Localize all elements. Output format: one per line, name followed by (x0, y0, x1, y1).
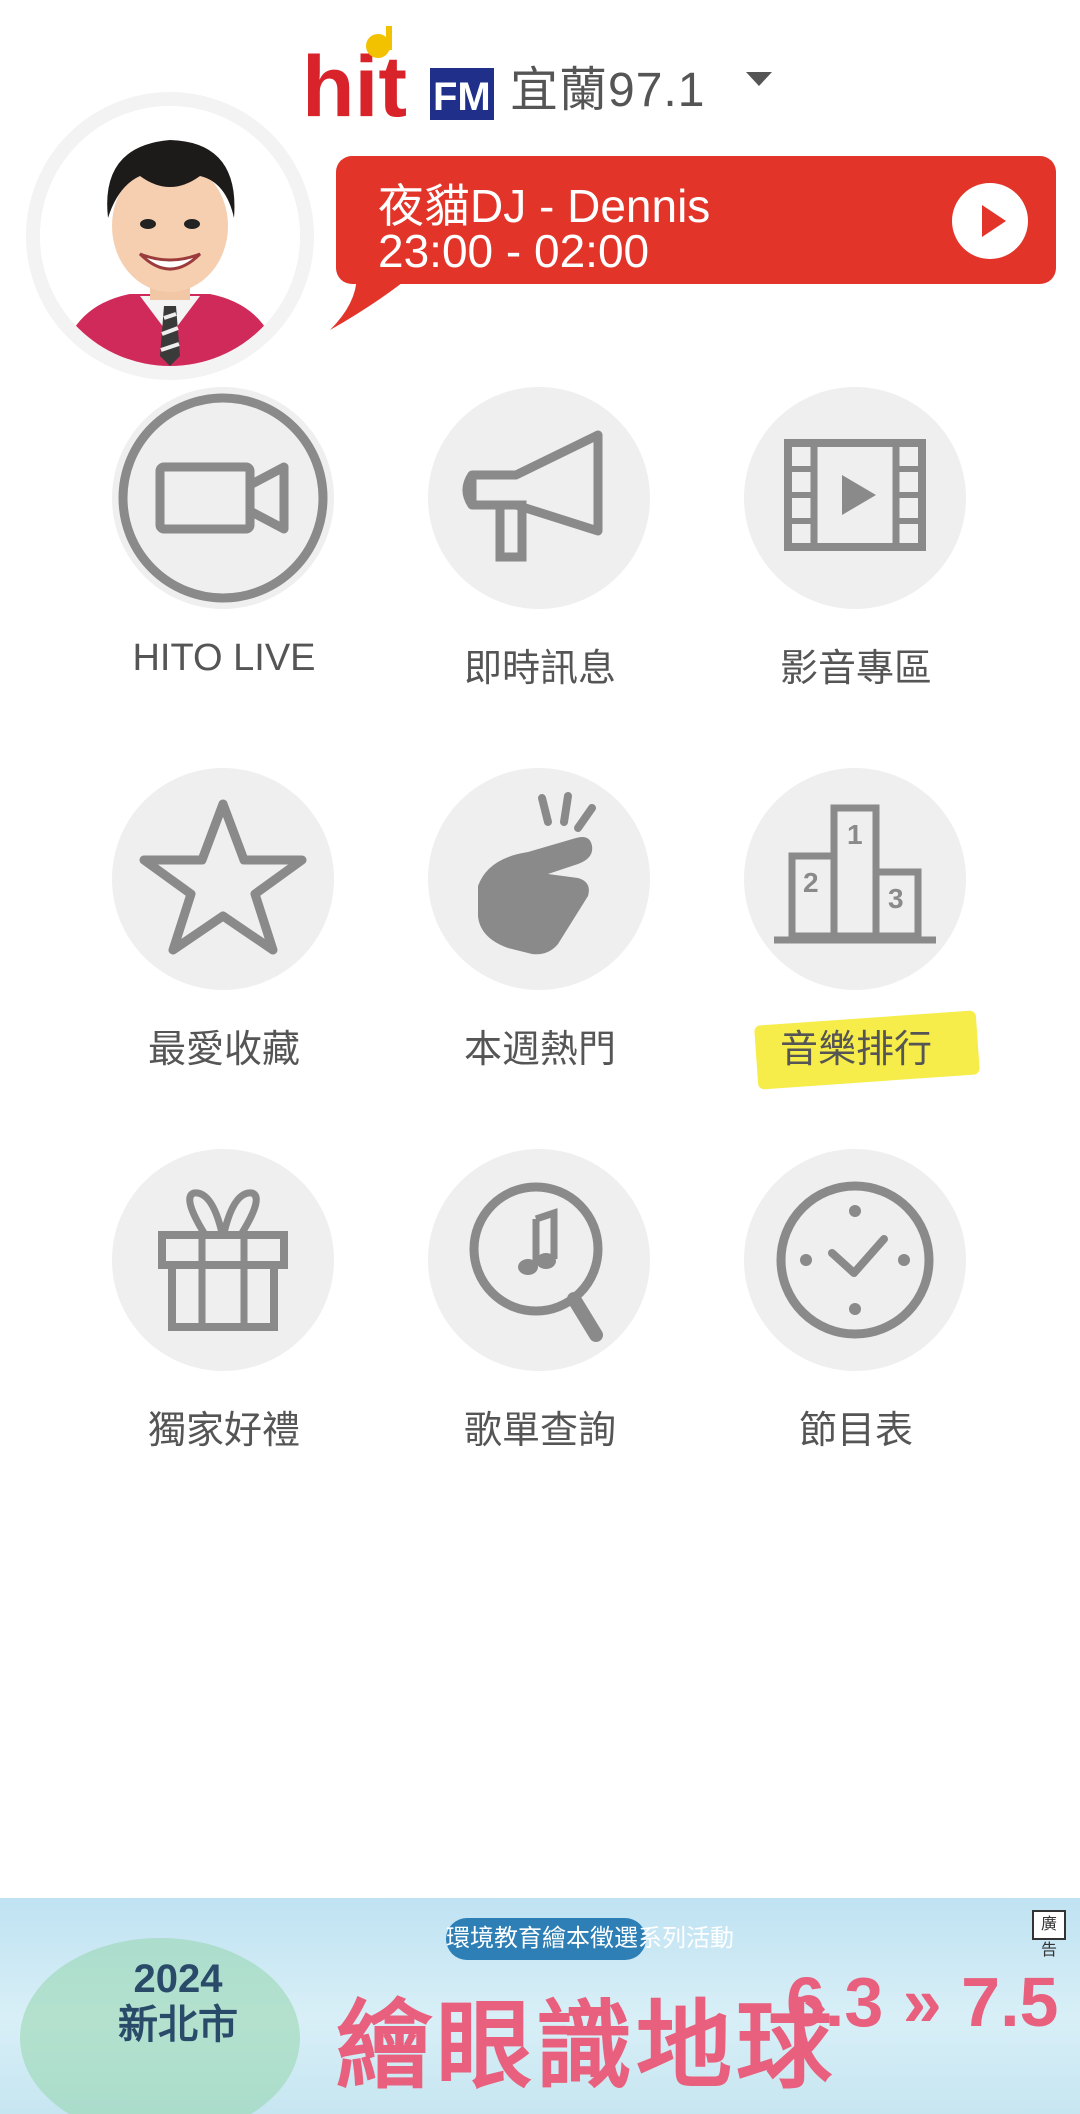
menu-item-music-chart[interactable]: 1 2 3 音樂排行 (706, 768, 1006, 1090)
menu-item-schedule[interactable]: 節目表 (706, 1149, 1006, 1459)
ad-title: 繪眼識地球 (336, 1993, 836, 2100)
menu-label: 本週熱門 (463, 1029, 616, 1071)
menu-label: 音樂排行 (779, 1029, 932, 1071)
music-search-icon (428, 1149, 650, 1371)
station-name[interactable]: 宜蘭97.1 (510, 50, 705, 120)
svg-text:FM: FM (433, 75, 491, 119)
menu-label: 歌單查詢 (463, 1410, 616, 1452)
ad-date: 6.3 » 7.5 (786, 1963, 1059, 2041)
menu-item-video[interactable]: 影音專區 (706, 387, 1006, 697)
menu-label: 節目表 (798, 1410, 913, 1452)
gift-icon (112, 1149, 334, 1371)
svg-text:3: 3 (888, 883, 904, 914)
snap-fingers-icon (428, 768, 650, 990)
ad-subtitle: 環境教育繪本徵選系列活動 (446, 1918, 734, 1960)
star-icon (112, 768, 334, 990)
ad-year: 2024 (133, 1957, 223, 2001)
megaphone-icon (428, 387, 650, 609)
video-camera-icon (112, 387, 334, 609)
menu-item-hito-live[interactable]: HITO LIVE (74, 387, 374, 697)
menu-label: 即時訊息 (463, 648, 616, 690)
ad-city: 新北市 (118, 2003, 238, 2047)
svg-text:1: 1 (847, 819, 863, 850)
clock-icon (744, 1149, 966, 1371)
menu-item-news[interactable]: 即時訊息 (390, 387, 690, 697)
chevron-down-icon[interactable] (746, 72, 772, 86)
menu-label: 影音專區 (779, 648, 932, 690)
show-time: 23:00 - 02:00 (378, 225, 650, 277)
ad-tag: 廣告 (1032, 1910, 1066, 1959)
svg-text:2: 2 (803, 867, 819, 898)
play-button[interactable] (952, 183, 1028, 259)
dj-avatar[interactable] (40, 106, 300, 366)
menu-label: HITO LIVE (132, 637, 316, 679)
svg-text:hit: hit (302, 39, 407, 135)
hit-fm-logo: hit FM (302, 26, 494, 135)
menu-item-weekly-hot[interactable]: 本週熱門 (390, 768, 690, 1078)
menu-item-playlist-search[interactable]: 歌單查詢 (390, 1149, 690, 1459)
menu-label: 獨家好禮 (147, 1410, 300, 1452)
ad-year-city: 2024 新北市 (118, 1956, 238, 2048)
menu-label: 最愛收藏 (147, 1029, 300, 1071)
ad-banner[interactable]: 2024 新北市 環境教育繪本徵選系列活動 繪眼識地球 6.3 » 7.5 廣告 (0, 1898, 1080, 2114)
podium-icon: 1 2 3 (744, 768, 966, 990)
menu-item-favorites[interactable]: 最愛收藏 (74, 768, 374, 1078)
film-play-icon (744, 387, 966, 609)
menu-item-gifts[interactable]: 獨家好禮 (74, 1149, 374, 1459)
